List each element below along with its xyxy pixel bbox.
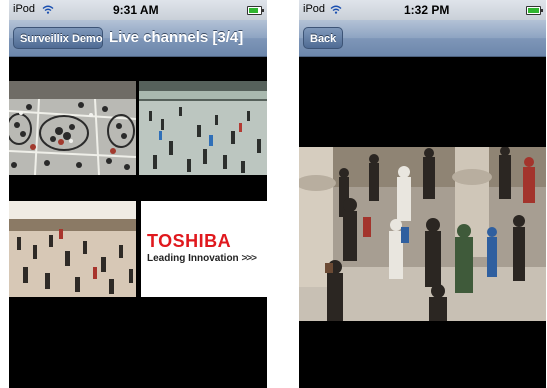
toshiba-tagline: Leading Innovation >>>	[147, 253, 257, 264]
toshiba-logo: TOSHIBA	[147, 231, 232, 251]
clock-time: 1:32 PM	[404, 3, 450, 17]
camera-tile-1[interactable]	[9, 81, 136, 175]
right-phone-screen: iPod 1:32 PM Back	[299, 0, 546, 388]
clock-time: 9:31 AM	[113, 3, 159, 17]
navigation-bar: Back	[299, 20, 546, 57]
crowd-camera-view-fullscreen	[299, 147, 546, 321]
back-button[interactable]: Back	[303, 27, 343, 49]
camera-tile-2[interactable]	[139, 81, 267, 175]
fullscreen-camera-feed[interactable]	[299, 147, 546, 321]
wifi-icon	[42, 5, 54, 14]
status-bar: iPod 9:31 AM	[9, 0, 267, 20]
overhead-crowd-camera-view	[9, 81, 136, 175]
navigation-bar: Surveillix Demo Live channels [3/4]	[9, 20, 267, 57]
page-title: Live channels [3/4]	[109, 29, 244, 46]
chevrons-icon: >>>	[241, 253, 257, 264]
camera-tile-3[interactable]	[9, 201, 136, 297]
left-phone-screen: iPod 9:31 AM Surveillix Demo Live channe…	[9, 0, 267, 388]
camera-tile-4-logo[interactable]: TOSHIBA Leading Innovation >>>	[141, 201, 267, 297]
back-button-surveillix-demo[interactable]: Surveillix Demo	[13, 27, 103, 49]
carrier-label: iPod	[13, 3, 36, 15]
status-bar: iPod 1:32 PM	[299, 0, 546, 20]
battery-icon	[247, 6, 264, 15]
lobby-crowd-camera-view	[9, 201, 136, 297]
carrier-label: iPod	[303, 3, 326, 15]
mall-concourse-camera-view	[139, 81, 267, 175]
wifi-icon	[330, 5, 342, 14]
battery-icon	[526, 6, 543, 15]
